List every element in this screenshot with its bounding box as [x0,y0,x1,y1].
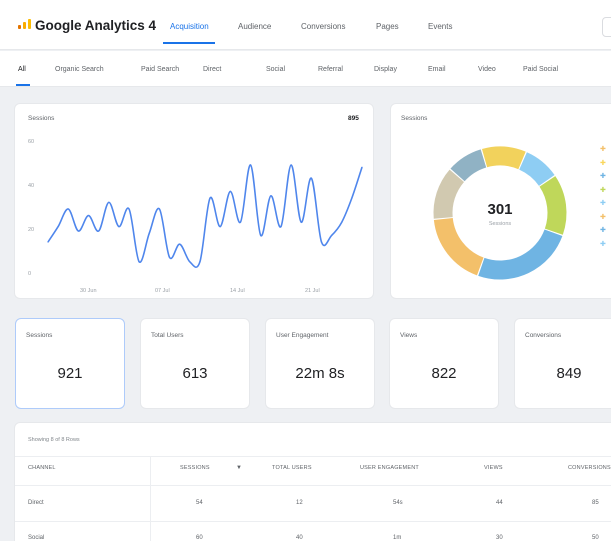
legend-marker-icon[interactable]: ✚ [600,145,606,153]
metric-label: Total Users [151,332,184,339]
table-cell: 60 [196,535,203,541]
table-cell: 85 [592,500,599,506]
metric-value: 22m 8s [295,365,345,382]
column-header-views[interactable]: VIEWS [484,465,503,471]
metric-value: 822 [431,365,457,382]
donut-segment[interactable] [478,229,563,280]
legend-marker-icon[interactable]: ✚ [600,213,606,221]
table-cell: 1m [393,535,402,541]
donut-segment[interactable] [433,169,465,219]
donut-segment[interactable] [450,149,487,182]
donut-center-label: Sessions [488,221,512,227]
divider [15,485,611,486]
table-cell-channel[interactable]: Direct [28,500,44,506]
metric-card-sessions[interactable]: Sessions 921 [15,318,125,409]
table-cell: 44 [496,500,503,506]
metric-value: 613 [182,365,208,382]
table-cell: 54 [196,500,203,506]
metric-value: 921 [57,365,83,382]
channel-table-card [14,422,611,541]
legend-marker-icon[interactable]: ✚ [600,240,606,248]
divider [15,521,611,522]
legend-marker-icon[interactable]: ✚ [600,199,606,207]
metric-card-conversions[interactable]: Conversions 849 [514,318,611,409]
table-cell: 40 [296,535,303,541]
column-header-channel[interactable]: CHANNEL [28,465,56,471]
table-cell-channel[interactable]: Social [28,535,44,541]
table-cell: 50 [592,535,599,541]
legend-marker-icon[interactable]: ✚ [600,226,606,234]
metric-label: Conversions [525,332,562,339]
metric-label: Sessions [26,332,53,339]
metric-card-total-users[interactable]: Total Users 613 [140,318,250,409]
column-header-user-engagement[interactable]: USER ENGAGEMENT [360,465,419,471]
sort-desc-icon[interactable]: ▼ [236,465,242,471]
metric-label: Views [400,332,418,339]
column-header-sessions[interactable]: SESSIONS [180,465,210,471]
table-cell: 12 [296,500,303,506]
metric-card-views[interactable]: Views 822 [389,318,499,409]
divider [150,456,151,541]
donut-segment[interactable] [539,176,567,235]
column-header-conversions[interactable]: CONVERSIONS [568,465,611,471]
table-cell: 30 [496,535,503,541]
column-header-total-users[interactable]: TOTAL USERS [272,465,312,471]
legend-marker-icon[interactable]: ✚ [600,159,606,167]
table-caption: Showing 8 of 8 Rows [28,437,80,443]
donut-segment[interactable] [518,152,555,187]
metric-label: User Engagement [276,332,329,339]
donut-segment[interactable] [481,146,526,170]
legend-marker-icon[interactable]: ✚ [600,172,606,180]
table-cell: 54s [393,500,403,506]
donut-center-value: 301 [487,201,513,218]
metric-value: 849 [556,365,582,382]
legend-marker-icon[interactable]: ✚ [600,186,606,194]
divider [15,456,611,457]
metric-card-user-engagement[interactable]: User Engagement 22m 8s [265,318,375,409]
